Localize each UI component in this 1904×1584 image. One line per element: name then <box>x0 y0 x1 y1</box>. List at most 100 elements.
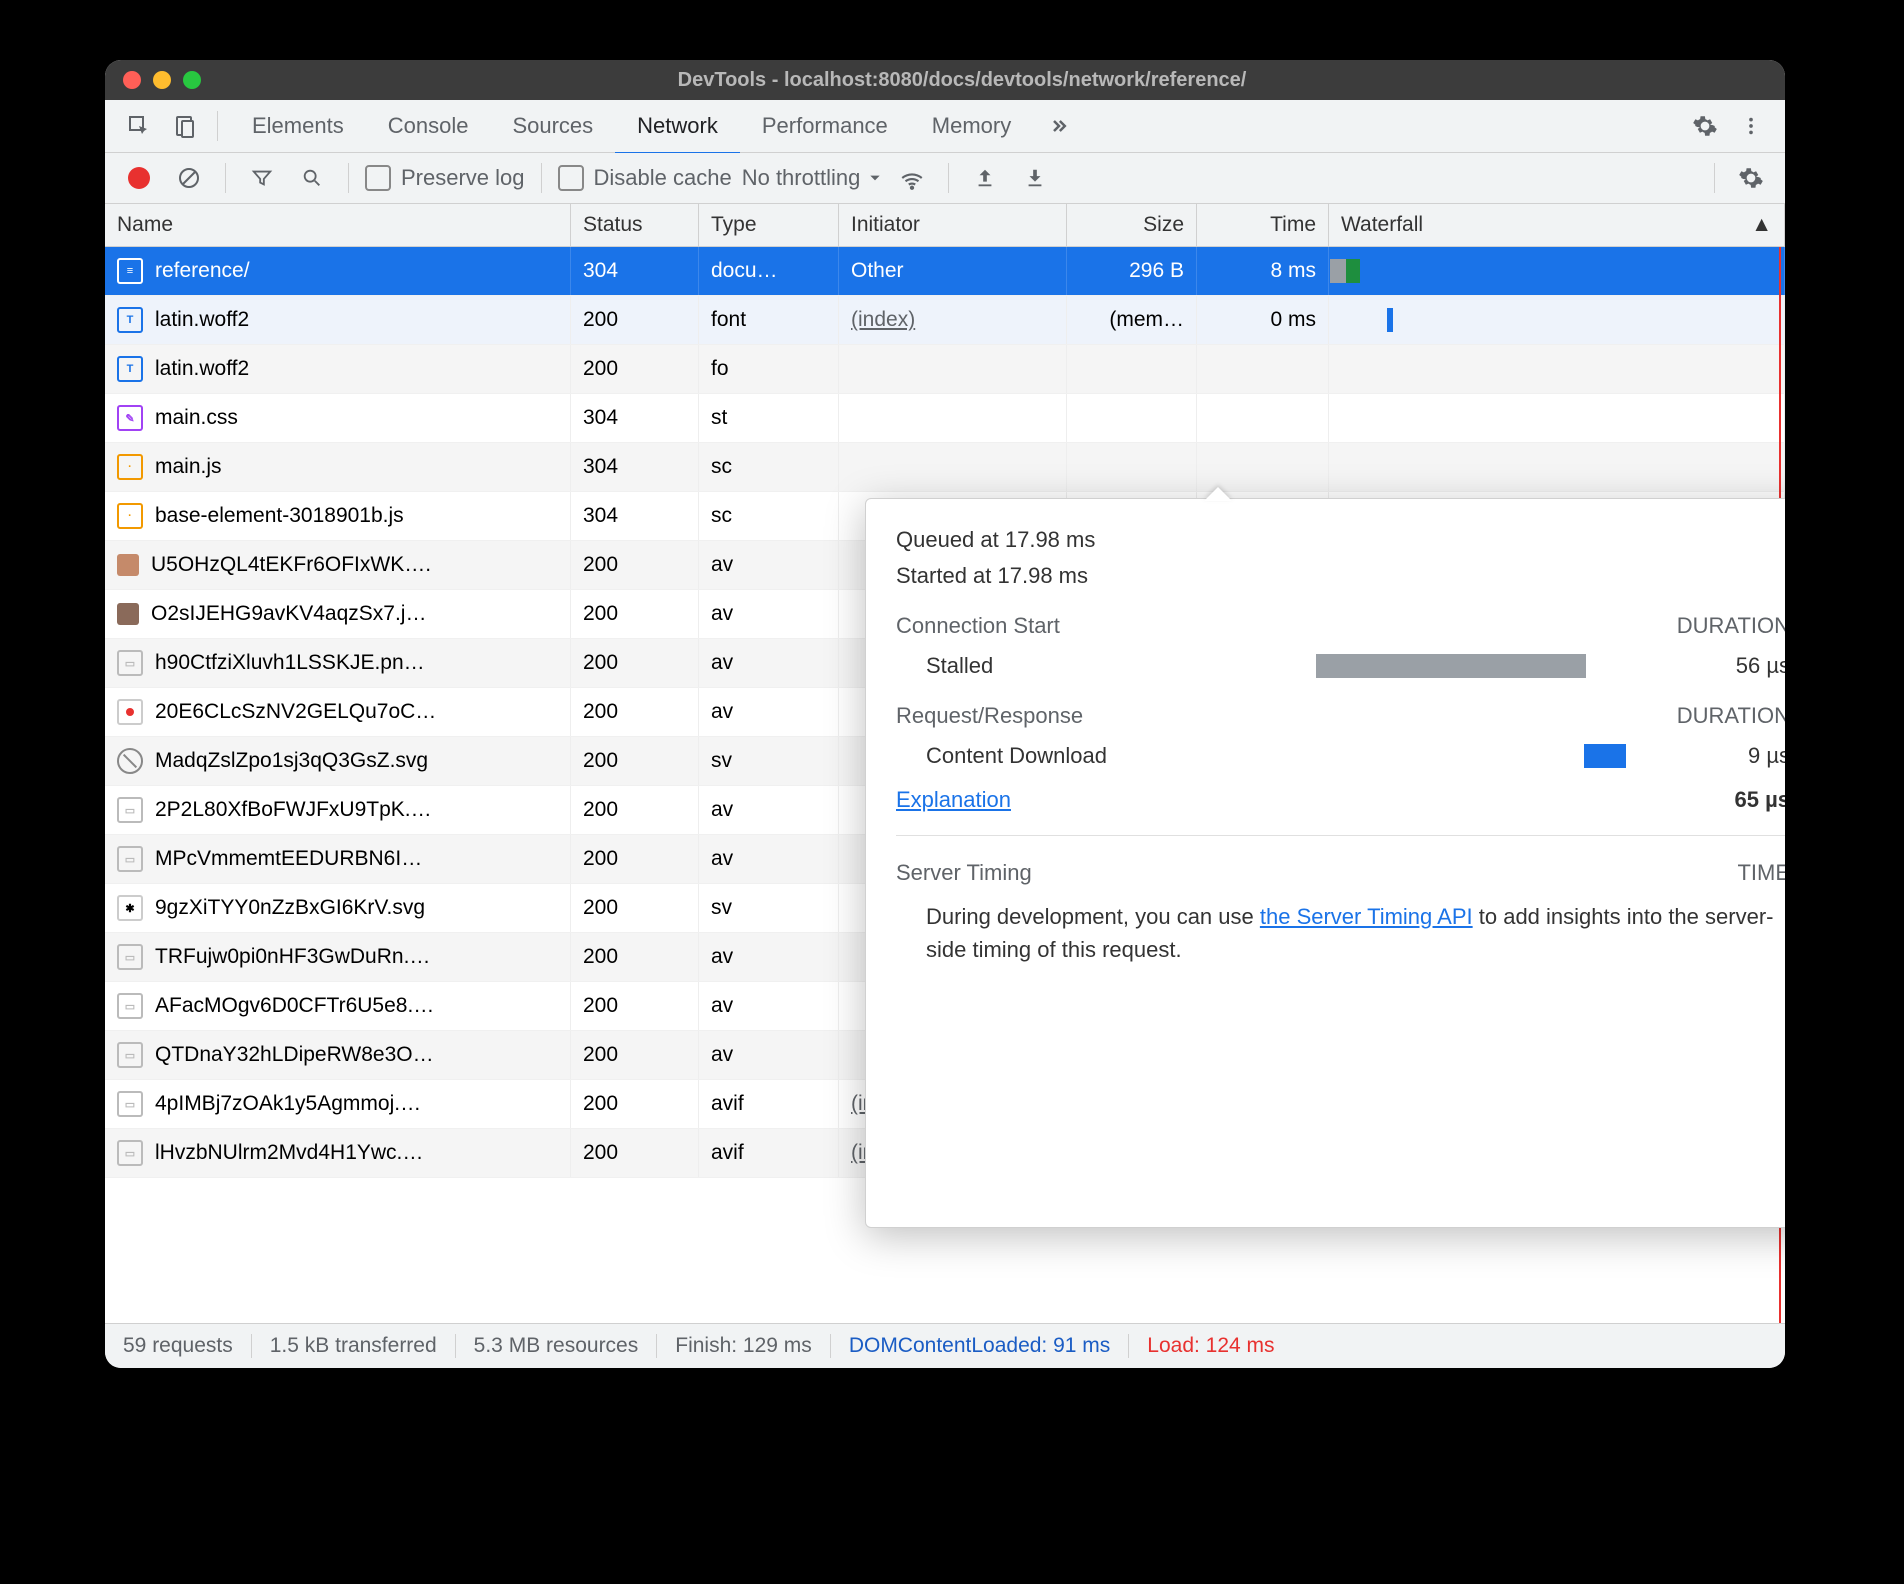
request-row[interactable]: Tlatin.woff2200fo <box>105 345 1785 394</box>
request-row[interactable]: ≡reference/304docu…Other296 B8 ms <box>105 247 1785 296</box>
cell-status: 200 <box>571 688 699 736</box>
header-waterfall[interactable]: Waterfall ▲ <box>1329 204 1785 246</box>
cell-status: 200 <box>571 345 699 393</box>
explanation-link[interactable]: Explanation <box>896 787 1011 813</box>
cell-name: ▭TRFujw0pi0nHF3GwDuRn.… <box>105 933 571 981</box>
header-size[interactable]: Size <box>1067 204 1197 246</box>
server-timing-api-link[interactable]: the Server Timing API <box>1260 904 1473 929</box>
cell-name: ▭2P2L80XfBoFWJFxU9TpK.… <box>105 786 571 834</box>
divider <box>948 163 949 193</box>
header-status[interactable]: Status <box>571 204 699 246</box>
titlebar: DevTools - localhost:8080/docs/devtools/… <box>105 60 1785 100</box>
cell-status: 200 <box>571 296 699 344</box>
inspect-element-icon[interactable] <box>119 106 159 146</box>
column-headers: Name Status Type Initiator Size Time Wat… <box>105 204 1785 247</box>
cell-status: 200 <box>571 884 699 932</box>
cell-name: ≡reference/ <box>105 247 571 295</box>
kebab-menu-icon[interactable] <box>1731 106 1771 146</box>
disable-cache-checkbox[interactable]: Disable cache <box>558 165 732 191</box>
cell-status: 304 <box>571 443 699 491</box>
cell-name: ▭QTDnaY32hLDipeRW8e3O… <box>105 1031 571 1079</box>
tab-network[interactable]: Network <box>615 100 740 155</box>
cell-type: st <box>699 394 839 442</box>
network-settings-icon[interactable] <box>1731 158 1771 198</box>
more-tabs-icon[interactable] <box>1039 106 1079 146</box>
request-row[interactable]: ·main.js304sc <box>105 443 1785 492</box>
cell-time: 8 ms <box>1197 247 1329 295</box>
tab-elements[interactable]: Elements <box>230 100 366 152</box>
cell-initiator <box>839 394 1067 442</box>
tab-console[interactable]: Console <box>366 100 491 152</box>
server-timing-hint: During development, you can use the Serv… <box>896 900 1785 966</box>
download-har-icon[interactable] <box>1015 158 1055 198</box>
cell-type: av <box>699 688 839 736</box>
cell-status: 200 <box>571 933 699 981</box>
cell-waterfall <box>1329 296 1785 344</box>
cell-status: 304 <box>571 394 699 442</box>
request-response-label: Request/Response <box>896 703 1083 729</box>
duration-label: DURATION <box>1677 613 1785 639</box>
throttling-select[interactable]: No throttling <box>742 165 883 191</box>
tab-memory[interactable]: Memory <box>910 100 1033 152</box>
record-button[interactable] <box>119 158 159 198</box>
filter-icon[interactable] <box>242 158 282 198</box>
cell-name: MadqZslZpo1sj3qQ3GsZ.svg <box>105 737 571 785</box>
cell-type: av <box>699 590 839 638</box>
queued-at: Queued at 17.98 ms <box>896 527 1785 553</box>
cell-type: av <box>699 786 839 834</box>
tab-performance[interactable]: Performance <box>740 100 910 152</box>
preserve-log-checkbox[interactable]: Preserve log <box>365 165 525 191</box>
server-timing-label: Server Timing <box>896 860 1032 886</box>
cell-type: av <box>699 639 839 687</box>
search-icon[interactable] <box>292 158 332 198</box>
cell-size <box>1067 394 1197 442</box>
cell-time <box>1197 345 1329 393</box>
cell-type: font <box>699 296 839 344</box>
cell-name: ·main.js <box>105 443 571 491</box>
cell-initiator[interactable]: (index) <box>839 296 1067 344</box>
settings-gear-icon[interactable] <box>1685 106 1725 146</box>
minimize-window-button[interactable] <box>153 71 171 89</box>
stalled-bar <box>1316 654 1586 678</box>
cell-initiator: Other <box>839 247 1067 295</box>
tab-sources[interactable]: Sources <box>490 100 615 152</box>
cell-name: U5OHzQL4tEKFr6OFIxWK…. <box>105 541 571 589</box>
cell-type: docu… <box>699 247 839 295</box>
stalled-value: 56 µs <box>1680 653 1785 679</box>
header-type[interactable]: Type <box>699 204 839 246</box>
cell-time <box>1197 394 1329 442</box>
panel-tab-bar: ElementsConsoleSourcesNetworkPerformance… <box>105 100 1785 153</box>
cell-size <box>1067 443 1197 491</box>
cell-status: 200 <box>571 1031 699 1079</box>
cell-type: av <box>699 1031 839 1079</box>
cell-type: av <box>699 982 839 1030</box>
header-name[interactable]: Name <box>105 204 571 246</box>
cell-name: 20E6CLcSzNV2GELQu7oC… <box>105 688 571 736</box>
cell-waterfall <box>1329 443 1785 491</box>
cell-type: sv <box>699 884 839 932</box>
header-initiator[interactable]: Initiator <box>839 204 1067 246</box>
device-toolbar-icon[interactable] <box>165 106 205 146</box>
connection-start-label: Connection Start <box>896 613 1060 639</box>
close-window-button[interactable] <box>123 71 141 89</box>
status-transferred: 1.5 kB transferred <box>252 1334 456 1358</box>
upload-har-icon[interactable] <box>965 158 1005 198</box>
maximize-window-button[interactable] <box>183 71 201 89</box>
cell-type: av <box>699 933 839 981</box>
cell-type: sv <box>699 737 839 785</box>
throttling-value: No throttling <box>742 165 861 191</box>
time-label: TIME <box>1737 860 1785 886</box>
timing-popover: Queued at 17.98 ms Started at 17.98 ms C… <box>865 498 1785 1228</box>
cell-status: 304 <box>571 492 699 540</box>
request-row[interactable]: Tlatin.woff2200font(index)(mem…0 ms <box>105 296 1785 345</box>
request-row[interactable]: ✎main.css304st <box>105 394 1785 443</box>
cell-name: ▭MPcVmmemtEEDURBN6I… <box>105 835 571 883</box>
header-time[interactable]: Time <box>1197 204 1329 246</box>
divider <box>541 163 542 193</box>
network-conditions-icon[interactable] <box>892 158 932 198</box>
total-duration: 65 µs <box>1680 787 1785 813</box>
cell-status: 200 <box>571 590 699 638</box>
clear-icon[interactable] <box>169 158 209 198</box>
sort-indicator-icon: ▲ <box>1751 213 1772 237</box>
status-bar: 59 requests 1.5 kB transferred 5.3 MB re… <box>105 1323 1785 1368</box>
